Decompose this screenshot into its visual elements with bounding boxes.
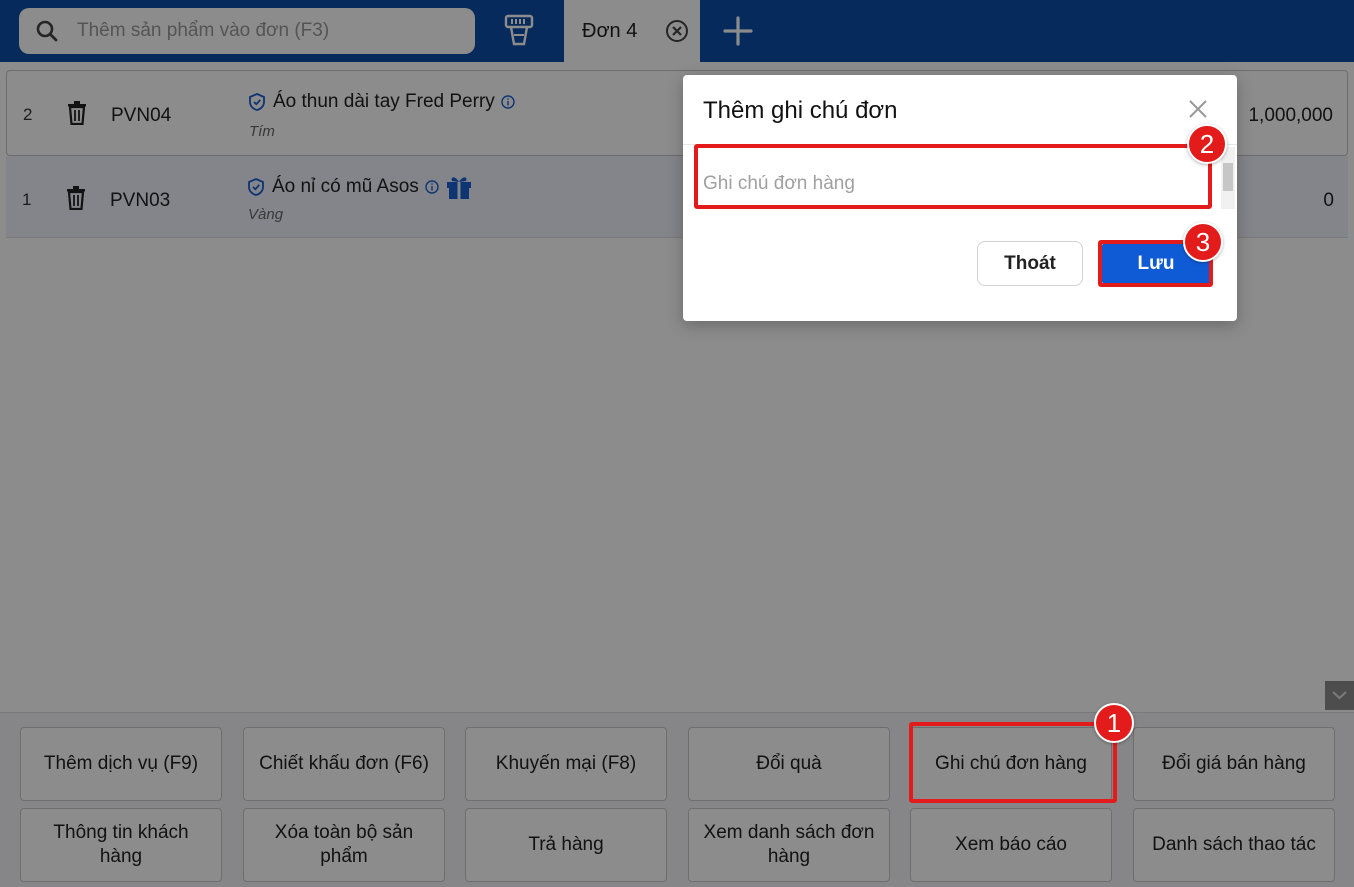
step-badge-2: 2 xyxy=(1187,124,1227,164)
step-badge-3: 3 xyxy=(1183,222,1223,262)
highlight-note-input xyxy=(694,144,1212,209)
scroll-thumb[interactable] xyxy=(1223,163,1233,191)
cancel-button[interactable]: Thoát xyxy=(977,241,1083,286)
close-icon[interactable] xyxy=(1188,99,1208,119)
highlight-order-note xyxy=(909,722,1117,803)
step-badge-1: 1 xyxy=(1094,703,1134,743)
note-scrollbar[interactable] xyxy=(1221,147,1235,209)
dialog-title: Thêm ghi chú đơn xyxy=(703,97,898,124)
